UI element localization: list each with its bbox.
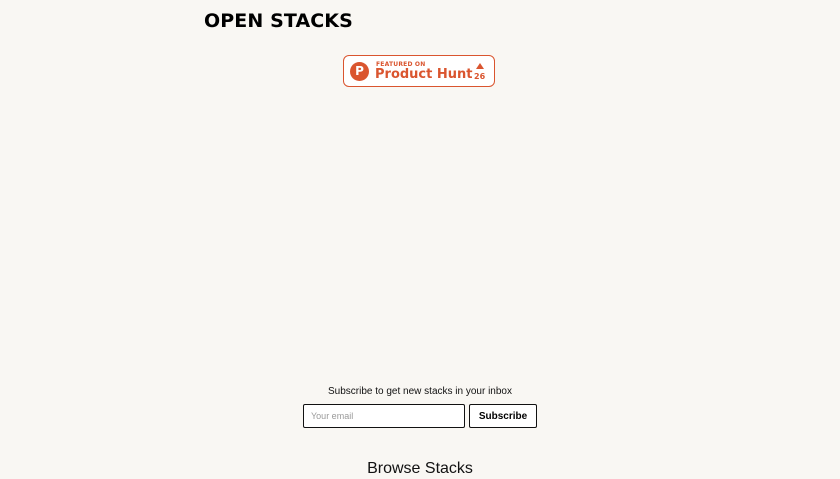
- product-hunt-name: Product Hunt: [375, 67, 473, 82]
- site-logo[interactable]: OPEN STACKS: [204, 9, 353, 33]
- upvote-count: 26: [474, 72, 486, 81]
- email-input[interactable]: [303, 404, 465, 428]
- product-hunt-badge[interactable]: P FEATURED ON Product Hunt 26: [343, 55, 495, 87]
- product-hunt-logo-icon: P: [350, 62, 369, 81]
- subscribe-button[interactable]: Subscribe: [469, 404, 537, 428]
- upvote-arrow-icon: [476, 63, 484, 69]
- subscribe-prompt: Subscribe to get new stacks in your inbo…: [328, 386, 512, 397]
- browse-stacks-heading: Browse Stacks: [367, 460, 473, 477]
